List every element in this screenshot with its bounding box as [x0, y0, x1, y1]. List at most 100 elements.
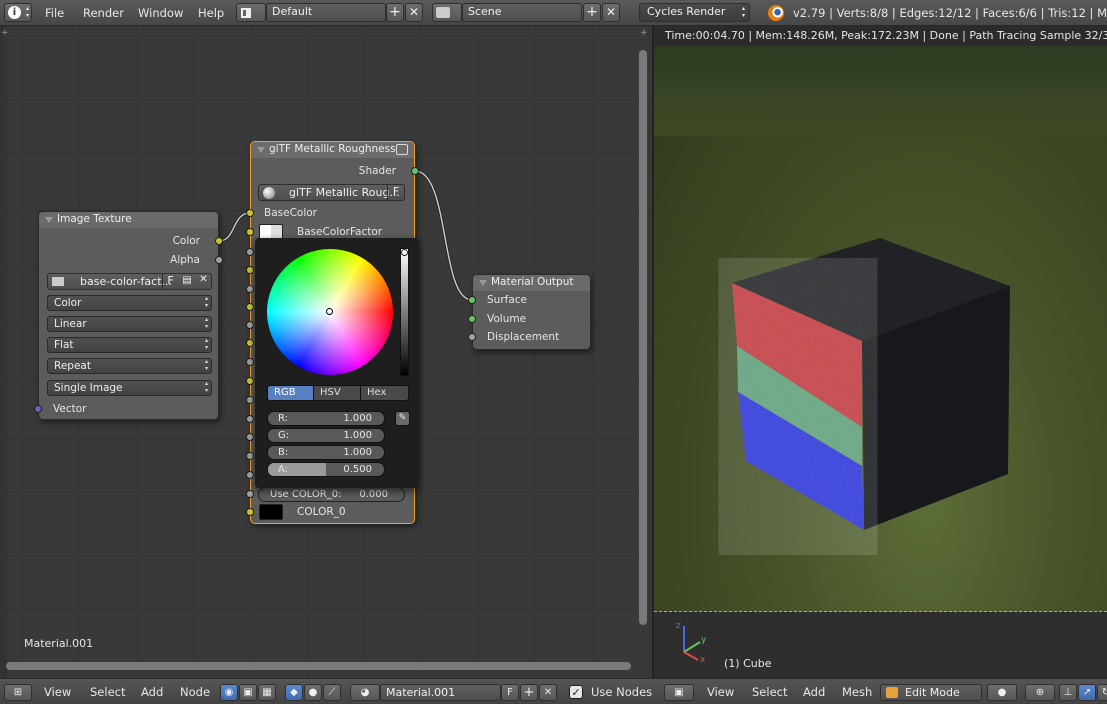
fake-user-button[interactable]: F: [387, 185, 404, 200]
input-vector-label: Vector: [53, 403, 87, 415]
input-socket[interactable]: [246, 248, 254, 256]
use-nodes-checkbox[interactable]: ✓: [569, 685, 583, 699]
image-datablock-field[interactable]: base-color-fact... F ▤ ✕: [47, 273, 212, 290]
menu-select[interactable]: Select: [752, 685, 787, 699]
material-browse-button[interactable]: ◕: [350, 684, 380, 701]
use-color0-label: Use COLOR_0:: [270, 489, 342, 500]
input-socket[interactable]: [246, 285, 254, 293]
input-socket[interactable]: [246, 358, 254, 366]
material-sphere-icon: ◕: [360, 687, 370, 698]
extension-dropdown[interactable]: Repeat: [47, 358, 212, 374]
input-socket[interactable]: [246, 339, 254, 347]
unlink-material-icon[interactable]: ✕: [539, 684, 557, 701]
eyedropper-icon[interactable]: ✎: [395, 411, 410, 426]
world-shader-icon[interactable]: ●: [304, 684, 322, 701]
pivot-point-dropdown[interactable]: ⊕: [1025, 684, 1055, 701]
output-alpha-socket[interactable]: [215, 256, 223, 264]
wheel-cursor[interactable]: [326, 308, 333, 315]
input-socket[interactable]: [246, 266, 254, 274]
mode-dropdown[interactable]: Edit Mode: [880, 684, 982, 701]
editor-type-image-button[interactable]: ▣: [664, 684, 694, 701]
menu-add[interactable]: Add: [141, 685, 163, 699]
input-socket[interactable]: [246, 415, 254, 423]
editor-type-node-button[interactable]: ⊞: [4, 684, 32, 701]
menu-view[interactable]: View: [707, 685, 734, 699]
color0-swatch[interactable]: [259, 504, 283, 520]
new-material-icon[interactable]: +: [520, 684, 538, 701]
image-icon: [51, 276, 65, 287]
red-channel-field[interactable]: R: 1.000: [267, 411, 385, 426]
input-color0-socket[interactable]: [246, 508, 254, 516]
menu-view[interactable]: View: [44, 685, 71, 699]
object-shader-icon[interactable]: ◆: [285, 684, 303, 701]
blue-channel-field[interactable]: B: 1.000: [267, 445, 385, 460]
input-socket[interactable]: [246, 303, 254, 311]
svg-text:y: y: [701, 635, 707, 645]
input-vector-socket[interactable]: [34, 405, 42, 413]
material-output-title[interactable]: Material Output: [473, 275, 590, 291]
alpha-channel-field[interactable]: A: 0.500: [267, 462, 385, 477]
menu-mesh[interactable]: Mesh: [842, 685, 872, 699]
image-name: base-color-fact...: [80, 275, 173, 288]
manipulator-icon[interactable]: ⊥: [1059, 684, 1077, 701]
interpolation-dropdown[interactable]: Linear: [47, 316, 212, 332]
use-color0-slider[interactable]: Use COLOR_0: 0.000: [258, 487, 405, 502]
input-socket[interactable]: [246, 321, 254, 329]
output-shader-socket[interactable]: [411, 167, 419, 175]
input-basecolorfactor-label: BaseColorFactor: [297, 226, 383, 238]
red-label: R:: [278, 413, 289, 424]
gltf-node-title[interactable]: glTF Metallic Roughness: [251, 142, 414, 158]
image-texture-node[interactable]: Image Texture Color Alpha base-color-fac…: [38, 211, 219, 420]
color-space-dropdown[interactable]: Color: [47, 295, 212, 311]
fake-user-button[interactable]: F: [501, 684, 519, 701]
input-socket[interactable]: [246, 471, 254, 479]
compositing-nodes-icon[interactable]: ▣: [239, 684, 257, 701]
viewport-shading-dropdown[interactable]: ●: [987, 684, 1017, 701]
unlink-icon[interactable]: ✕: [196, 274, 211, 289]
projection-dropdown[interactable]: Flat: [47, 337, 212, 353]
texture-nodes-icon[interactable]: ▦: [258, 684, 276, 701]
input-surface-socket[interactable]: [468, 296, 476, 304]
node-group-icon[interactable]: [396, 144, 408, 155]
value-slider-handle[interactable]: [401, 249, 408, 256]
input-volume-socket[interactable]: [468, 315, 476, 323]
input-socket[interactable]: [246, 452, 254, 460]
color-space-label: Color: [54, 297, 82, 309]
node-group-field[interactable]: glTF Metallic Roug... F: [258, 184, 405, 201]
open-folder-icon[interactable]: ▤: [179, 275, 195, 288]
green-channel-field[interactable]: G: 1.000: [267, 428, 385, 443]
input-socket[interactable]: [246, 396, 254, 404]
tab-hex[interactable]: Hex: [360, 385, 409, 401]
output-shader-label: Shader: [358, 165, 396, 177]
menu-select[interactable]: Select: [90, 685, 125, 699]
tab-rgb[interactable]: RGB: [267, 385, 314, 401]
image-texture-title[interactable]: Image Texture: [39, 212, 218, 228]
material-name-field[interactable]: Material.001: [380, 684, 501, 701]
input-socket[interactable]: [246, 228, 254, 236]
menu-add[interactable]: Add: [803, 685, 825, 699]
extension-label: Repeat: [54, 360, 91, 372]
material-output-node[interactable]: Material Output Surface Volume Displacem…: [472, 274, 591, 350]
shading-sphere-icon: ●: [997, 687, 1007, 698]
render-engine-dropdown[interactable]: Cycles Render ▴ ▾: [639, 3, 750, 22]
input-basecolor-socket[interactable]: [246, 209, 254, 217]
linestyle-shader-icon[interactable]: ⟋: [323, 684, 341, 701]
node-group-name: glTF Metallic Roug...: [289, 186, 400, 199]
input-socket[interactable]: [246, 433, 254, 441]
rotate-icon[interactable]: ↻: [1097, 684, 1107, 701]
menu-node[interactable]: Node: [180, 685, 210, 699]
fake-user-button[interactable]: F: [162, 274, 178, 289]
mode-label: Edit Mode: [905, 686, 960, 699]
render-status-bar: Time:00:04.70 | Mem:148.26M, Peak:172.23…: [654, 26, 1107, 46]
translate-icon[interactable]: ↗: [1078, 684, 1096, 701]
tab-hsv[interactable]: HSV: [313, 385, 361, 401]
input-use-color0-socket[interactable]: [246, 490, 254, 498]
input-socket[interactable]: [246, 377, 254, 385]
hue-saturation-wheel[interactable]: [267, 249, 393, 375]
value-slider[interactable]: [400, 248, 409, 376]
output-color-socket[interactable]: [215, 237, 223, 245]
input-displacement-socket[interactable]: [468, 333, 476, 341]
source-dropdown[interactable]: Single Image: [47, 380, 212, 396]
axis-gizmo-icon: z y x: [676, 621, 707, 664]
shader-nodes-icon[interactable]: ◉: [220, 684, 238, 701]
